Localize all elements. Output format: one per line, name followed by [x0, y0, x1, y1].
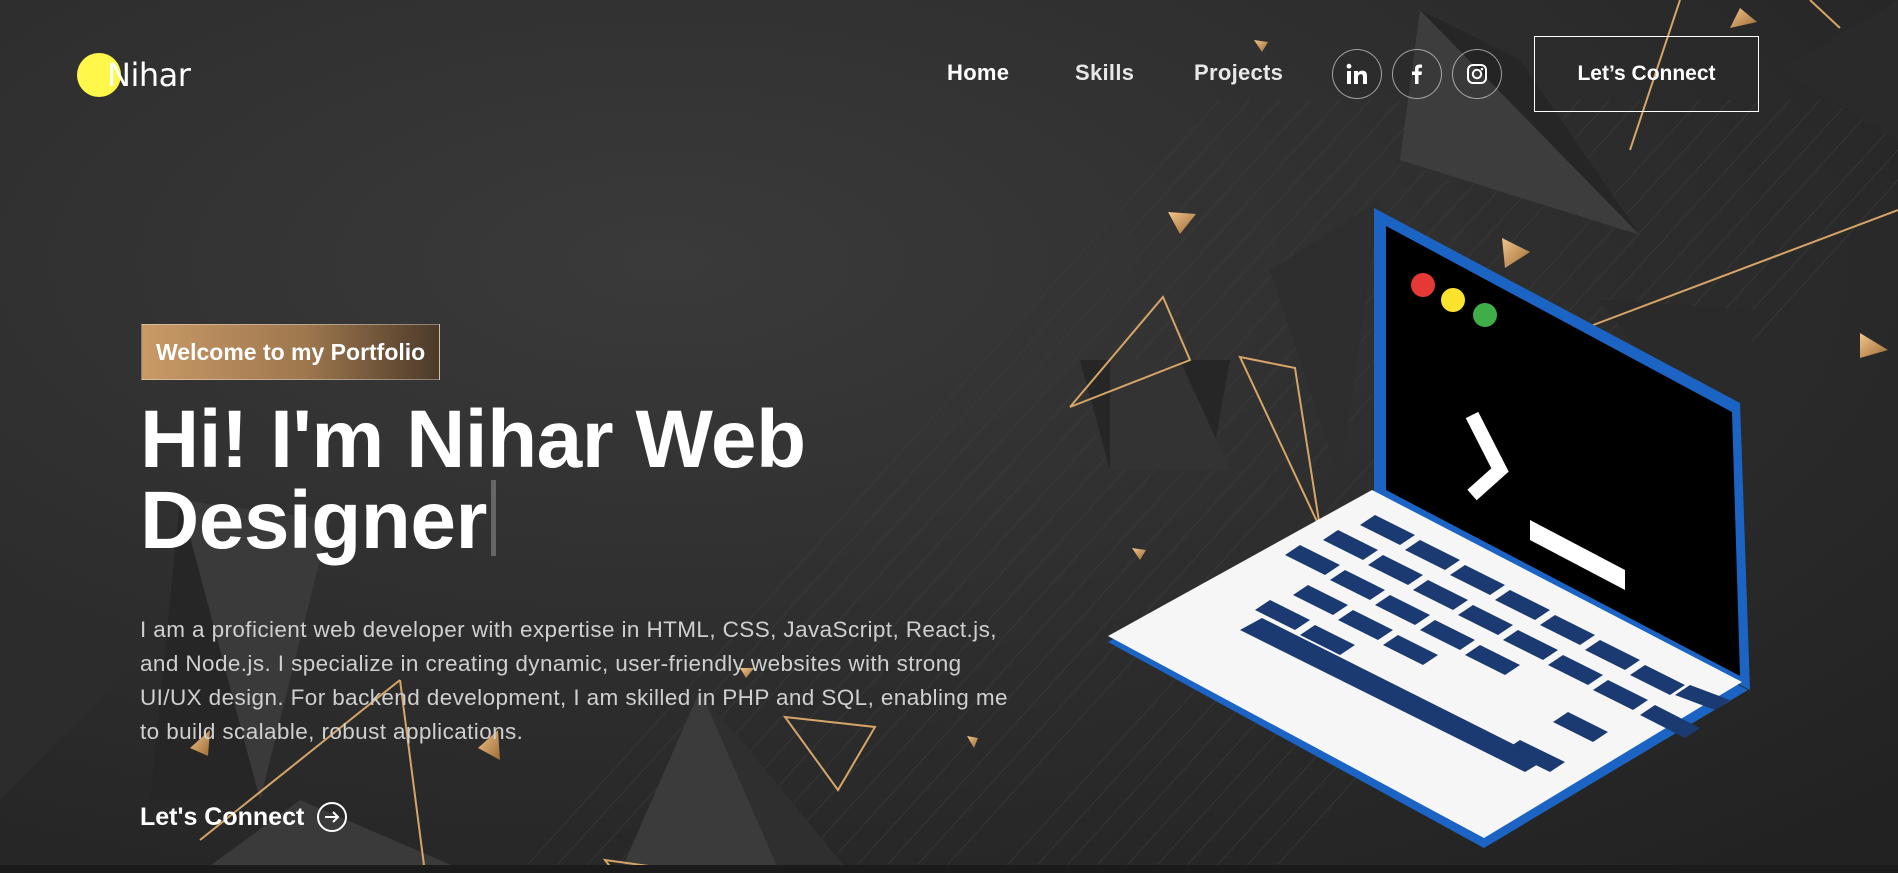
cta-label: Let's Connect [140, 802, 305, 831]
hero-headline-text: Hi! I'm Nihar Web Designer [140, 394, 806, 566]
lets-connect-link[interactable]: Let's Connect [140, 801, 348, 833]
laptop-illustration [1108, 208, 1750, 848]
logo[interactable]: Nihar [77, 52, 217, 97]
tagline-badge: Welcome to my Portfolio [141, 324, 441, 380]
arrow-right-circle-icon [317, 802, 348, 832]
nav-link-projects[interactable]: Projects [1194, 60, 1283, 86]
typing-cursor [490, 480, 496, 556]
connect-button[interactable]: Let’s Connect [1534, 36, 1759, 112]
facebook-button[interactable] [1392, 49, 1442, 99]
logo-text: Nihar [107, 56, 191, 94]
navbar: Nihar Home Skills Projects Let’s Connect [0, 0, 1898, 150]
hero-description: I am a proficient web developer with exp… [140, 616, 1008, 744]
hero-headline: Hi! I'm Nihar Web Designer [140, 399, 940, 562]
linkedin-icon [1346, 63, 1367, 84]
tagline-text: Welcome to my Portfolio [156, 338, 426, 365]
instagram-icon [1467, 64, 1487, 84]
linkedin-button[interactable] [1332, 49, 1382, 99]
nav-link-skills[interactable]: Skills [1075, 60, 1134, 86]
instagram-button[interactable] [1452, 49, 1502, 99]
bottom-edge [0, 865, 1898, 873]
nav-link-home[interactable]: Home [947, 60, 1009, 86]
facebook-icon [1412, 64, 1422, 84]
